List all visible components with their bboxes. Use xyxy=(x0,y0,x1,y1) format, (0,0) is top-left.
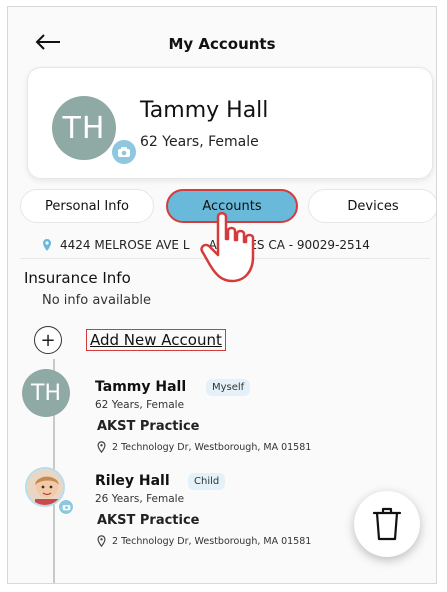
insurance-empty-text: No info available xyxy=(42,293,152,308)
relation-badge: Child xyxy=(188,473,226,490)
avatar: TH xyxy=(22,369,70,417)
app-screen: My Accounts TH Tammy Hall 62 Years, Fema… xyxy=(7,6,437,584)
delete-button[interactable] xyxy=(354,491,420,557)
plus-icon[interactable]: + xyxy=(34,326,62,354)
page-title: My Accounts xyxy=(168,35,276,53)
trash-icon xyxy=(372,507,402,541)
account-meta: 26 Years, Female xyxy=(95,493,185,505)
practice-location: 2 Technology Dr, Westborough, MA 01581 xyxy=(97,441,311,453)
location-pin-icon xyxy=(43,238,51,251)
location-pin-icon xyxy=(97,535,106,547)
practice-location: 2 Technology Dr, Westborough, MA 01581 xyxy=(97,535,311,547)
pointer-hand-icon xyxy=(200,212,255,283)
add-new-account-link[interactable]: Add New Account xyxy=(86,329,226,351)
add-account-row: + Add New Account xyxy=(34,323,226,357)
tab-devices[interactable]: Devices xyxy=(308,189,436,223)
location-text: 2 Technology Dr, Westborough, MA 01581 xyxy=(112,441,312,453)
avatar: TH xyxy=(52,96,116,160)
location-text: 2 Technology Dr, Westborough, MA 01581 xyxy=(112,535,312,547)
relation-badge: Myself xyxy=(206,379,251,396)
insurance-title: Insurance Info xyxy=(24,269,131,287)
profile-name: Tammy Hall xyxy=(140,98,269,123)
camera-icon[interactable] xyxy=(58,499,74,515)
account-name: Tammy Hall xyxy=(95,379,187,395)
account-meta: 62 Years, Female xyxy=(95,399,185,411)
practice-name: AKST Practice xyxy=(97,419,200,434)
profile-meta: 62 Years, Female xyxy=(140,134,259,150)
tab-personal-info[interactable]: Personal Info xyxy=(20,189,154,223)
camera-icon[interactable] xyxy=(110,138,138,166)
location-pin-icon xyxy=(97,441,106,453)
practice-name: AKST Practice xyxy=(97,513,200,528)
top-bar: My Accounts xyxy=(8,7,436,63)
account-name: Riley Hall xyxy=(95,473,170,489)
profile-card: TH Tammy Hall 62 Years, Female xyxy=(27,67,433,179)
